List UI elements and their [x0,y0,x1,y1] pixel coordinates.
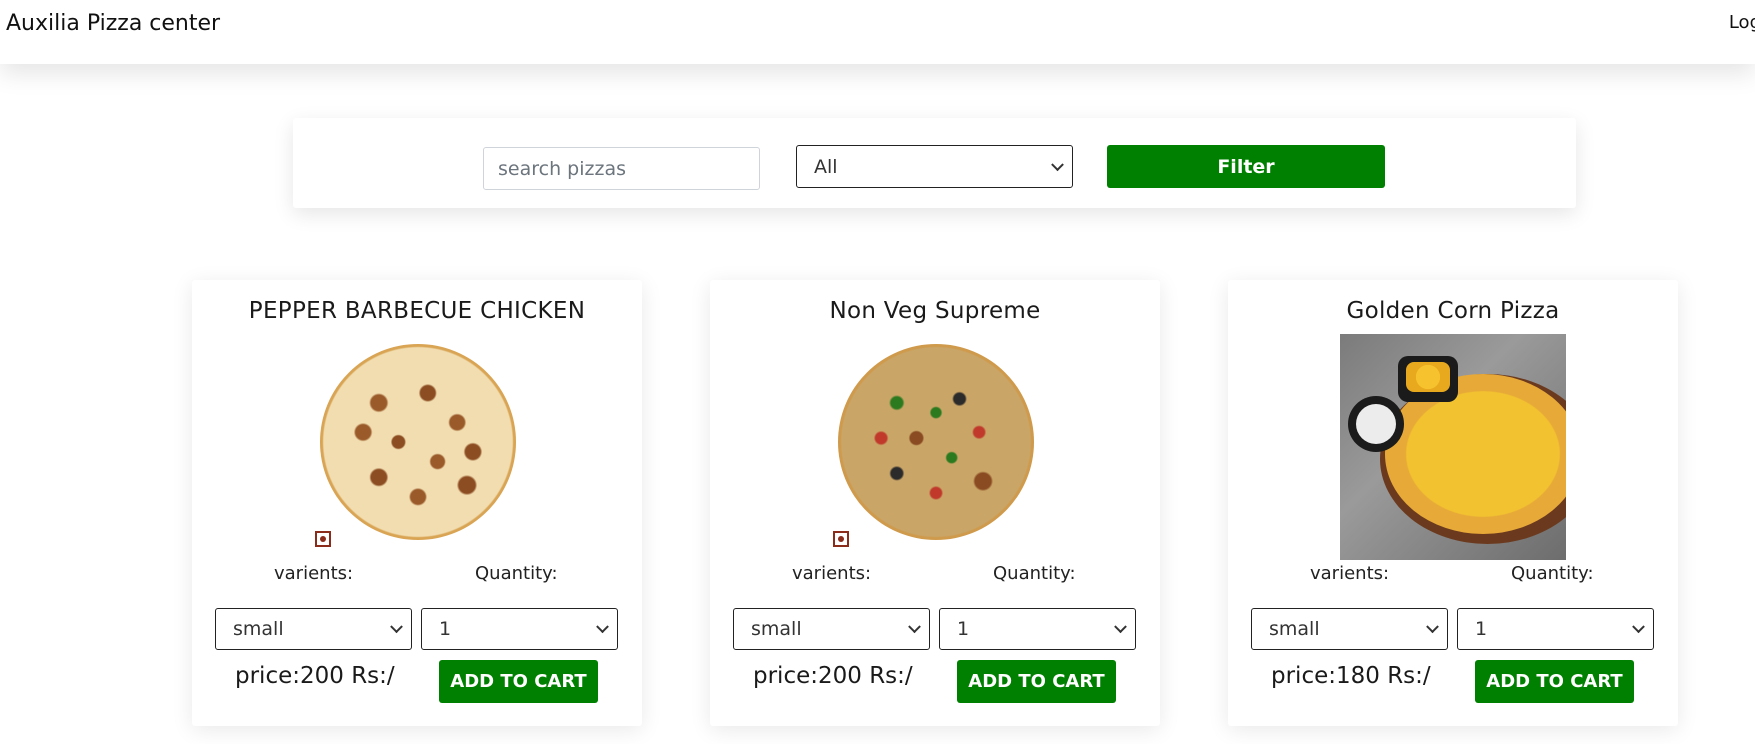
add-to-cart-button[interactable]: ADD TO CART [439,660,598,703]
non-veg-indicator-icon [833,531,849,547]
pepper-barbecue-chicken-pizza-image [320,344,516,540]
pizza-price: price:200 Rs:/ [235,663,395,689]
corn-bowl [1398,356,1458,402]
variants-label: varients: [1310,563,1390,584]
pizza-name: PEPPER BARBECUE CHICKEN [248,298,586,324]
brand-title[interactable]: Auxilia Pizza center [6,11,220,36]
quantity-label: Quantity: [1511,563,1594,584]
quantity-select-value: 1 [439,618,452,640]
chevron-down-icon [1051,157,1064,171]
variants-label: varients: [792,563,872,584]
variant-select-value: small [233,618,284,640]
variant-select[interactable]: small [1251,608,1448,650]
pizza-card: Non Veg Supreme varients: Quantity: smal… [710,280,1160,726]
search-input[interactable] [483,147,760,190]
pizza-card: Golden Corn Pizza varients: Quantity: sm… [1228,280,1678,726]
pizza-name: Golden Corn Pizza [1346,298,1560,324]
quantity-select[interactable]: 1 [939,608,1136,650]
filter-bar: All Filter [293,118,1576,208]
login-link[interactable]: Log [1729,12,1755,33]
add-to-cart-button[interactable]: ADD TO CART [957,660,1116,703]
variant-select-value: small [1269,618,1320,640]
pizza-card: PEPPER BARBECUE CHICKEN varients: Quanti… [192,280,642,726]
category-select-value: All [814,155,838,178]
non-veg-indicator-icon [315,531,331,547]
navbar: Auxilia Pizza center Log [0,0,1755,64]
chevron-down-icon [596,620,609,634]
chevron-down-icon [1114,620,1127,634]
variants-label: varients: [274,563,354,584]
filter-button[interactable]: Filter [1107,145,1385,188]
quantity-select[interactable]: 1 [1457,608,1654,650]
quantity-label: Quantity: [993,563,1076,584]
chevron-down-icon [1632,620,1645,634]
quantity-select-value: 1 [957,618,970,640]
chevron-down-icon [390,620,403,634]
chevron-down-icon [1426,620,1439,634]
chevron-down-icon [908,620,921,634]
quantity-label: Quantity: [475,563,558,584]
pizza-price: price:200 Rs:/ [753,663,913,689]
golden-corn-pizza-image [1340,334,1566,560]
pizza-name: Non Veg Supreme [829,298,1041,324]
cheese-bowl [1348,396,1404,452]
quantity-select-value: 1 [1475,618,1488,640]
non-veg-supreme-pizza-image [838,344,1034,540]
variant-select[interactable]: small [215,608,412,650]
quantity-select[interactable]: 1 [421,608,618,650]
variant-select-value: small [751,618,802,640]
add-to-cart-button[interactable]: ADD TO CART [1475,660,1634,703]
pizza-price: price:180 Rs:/ [1271,663,1431,689]
variant-select[interactable]: small [733,608,930,650]
category-select[interactable]: All [796,145,1073,188]
